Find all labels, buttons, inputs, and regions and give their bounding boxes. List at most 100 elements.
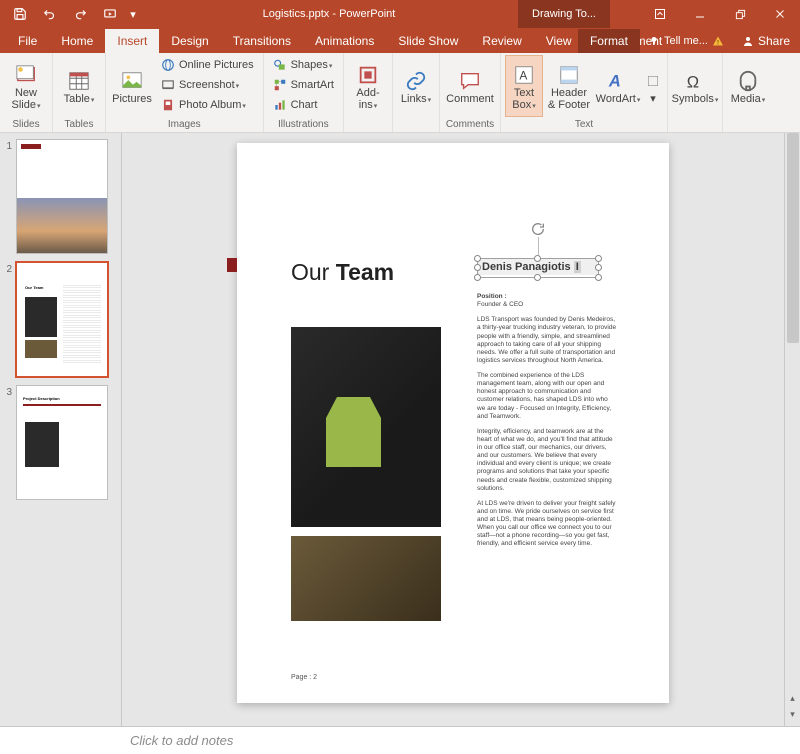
symbols-button[interactable]: Ω Symbols — [672, 55, 718, 117]
photo-album-button[interactable]: Photo Album — [156, 95, 259, 115]
ribbon-display-options-icon[interactable] — [640, 0, 680, 28]
prev-slide-icon[interactable]: ▴ — [785, 693, 800, 704]
qat-customize-icon[interactable]: ▾ — [126, 1, 140, 27]
more-icon — [646, 70, 660, 92]
comment-icon — [459, 70, 481, 92]
window-controls — [640, 0, 800, 28]
restore-icon[interactable] — [720, 0, 760, 28]
minimize-icon[interactable] — [680, 0, 720, 28]
quick-access-toolbar: ▾ — [0, 1, 140, 27]
slide-thumbnails-panel: 1 Project Proposal 2 Our Team 3 Project … — [0, 133, 122, 726]
slide-body-text[interactable]: Position : Founder & CEO LDS Transport w… — [477, 293, 617, 549]
resize-handle[interactable] — [534, 255, 541, 262]
tab-design[interactable]: Design — [159, 29, 220, 53]
header-footer-button[interactable]: Header & Footer — [545, 55, 593, 117]
close-icon[interactable] — [760, 0, 800, 28]
tab-insert[interactable]: Insert — [105, 29, 159, 53]
tab-format[interactable]: Format — [578, 29, 640, 53]
screenshot-icon — [161, 78, 175, 92]
notes-pane[interactable]: Click to add notes — [0, 726, 800, 754]
undo-icon[interactable] — [36, 1, 64, 27]
slide-accent-tab — [227, 258, 237, 272]
tab-slide-show[interactable]: Slide Show — [386, 29, 470, 53]
add-ins-icon — [357, 64, 379, 86]
media-icon — [737, 70, 759, 92]
chart-button[interactable]: Chart — [268, 95, 339, 115]
links-button[interactable]: Links — [397, 55, 435, 117]
slide-heading[interactable]: Our Team — [291, 259, 394, 286]
screenshot-button[interactable]: Screenshot — [156, 75, 259, 95]
group-label-illustrations: Illustrations — [268, 119, 339, 132]
slide-image-2[interactable] — [291, 536, 441, 621]
add-ins-button[interactable]: Add-ins — [348, 55, 388, 117]
next-slide-icon[interactable]: ▾ — [785, 709, 800, 720]
group-label-images: Images — [110, 119, 259, 132]
resize-handle[interactable] — [595, 274, 602, 281]
ribbon: New Slide Slides Table Tables Pictures O… — [0, 53, 800, 133]
tab-home[interactable]: Home — [49, 29, 105, 53]
photo-album-icon — [161, 98, 175, 112]
wordart-button[interactable]: A WordArt — [595, 55, 641, 117]
table-icon — [67, 70, 91, 92]
slide-editor[interactable]: Our Team Denis Panagiotis I Position : F… — [122, 133, 784, 726]
media-button[interactable]: Media — [727, 55, 769, 117]
pictures-button[interactable]: Pictures — [110, 55, 154, 117]
slide-thumbnail-3[interactable]: Project Description — [16, 385, 108, 500]
notes-placeholder: Click to add notes — [130, 733, 233, 748]
slide-canvas[interactable]: Our Team Denis Panagiotis I Position : F… — [237, 143, 669, 703]
links-icon — [405, 70, 427, 92]
redo-icon[interactable] — [66, 1, 94, 27]
svg-text:A: A — [608, 73, 621, 91]
group-label-slides: Slides — [4, 119, 48, 132]
resize-handle[interactable] — [474, 264, 481, 271]
start-from-beginning-icon[interactable] — [96, 1, 124, 27]
smartart-icon — [273, 78, 287, 92]
new-slide-button[interactable]: New Slide — [4, 55, 48, 117]
group-label-tables: Tables — [57, 119, 101, 132]
rotate-handle-icon[interactable] — [530, 221, 546, 237]
tell-me-search[interactable]: Tell me... — [642, 35, 730, 47]
tab-review[interactable]: Review — [470, 29, 533, 53]
workspace: 1 Project Proposal 2 Our Team 3 Project … — [0, 133, 800, 726]
table-button[interactable]: Table — [57, 55, 101, 117]
person-icon — [742, 35, 754, 47]
comment-button[interactable]: Comment — [444, 55, 496, 117]
contextual-tab-group: Drawing To... — [518, 0, 610, 28]
tab-transitions[interactable]: Transitions — [221, 29, 303, 53]
thumb-number: 2 — [4, 262, 12, 377]
thumb-number: 1 — [4, 139, 12, 254]
vertical-scrollbar[interactable]: ▴ ▾ — [784, 133, 800, 726]
resize-handle[interactable] — [534, 274, 541, 281]
header-footer-icon — [558, 64, 580, 86]
text-box-icon: A — [513, 64, 535, 86]
resize-handle[interactable] — [474, 255, 481, 262]
bulb-icon — [648, 35, 660, 47]
slide-thumbnail-1[interactable]: Project Proposal — [16, 139, 108, 254]
window-title: Logistics.pptx - PowerPoint — [140, 8, 518, 20]
tab-animations[interactable]: Animations — [303, 29, 386, 53]
chart-icon — [273, 98, 287, 112]
symbols-icon: Ω — [684, 70, 706, 92]
group-label-text: Text — [505, 119, 663, 132]
save-icon[interactable] — [6, 1, 34, 27]
svg-text:Ω: Ω — [687, 74, 699, 92]
slide-image-1[interactable] — [291, 327, 441, 527]
page-number: Page : 2 — [291, 674, 317, 681]
tab-file[interactable]: File — [6, 29, 49, 53]
shapes-icon — [273, 58, 287, 72]
resize-handle[interactable] — [595, 255, 602, 262]
resize-handle[interactable] — [595, 264, 602, 271]
online-pictures-button[interactable]: Online Pictures — [156, 55, 259, 75]
text-more-button[interactable]: ▾ — [643, 55, 663, 117]
slide-thumbnail-2[interactable]: Our Team — [16, 262, 108, 377]
scrollbar-thumb[interactable] — [787, 133, 799, 343]
selected-text-box[interactable]: Denis Panagiotis I — [477, 258, 599, 278]
shapes-button[interactable]: Shapes — [268, 55, 339, 75]
resize-handle[interactable] — [474, 274, 481, 281]
wordart-icon: A — [606, 70, 630, 92]
tab-view[interactable]: View — [534, 29, 584, 53]
thumb-number: 3 — [4, 385, 12, 500]
text-box-button[interactable]: A Text Box — [505, 55, 543, 117]
share-button[interactable]: Share — [732, 34, 800, 48]
smartart-button[interactable]: SmartArt — [268, 75, 339, 95]
